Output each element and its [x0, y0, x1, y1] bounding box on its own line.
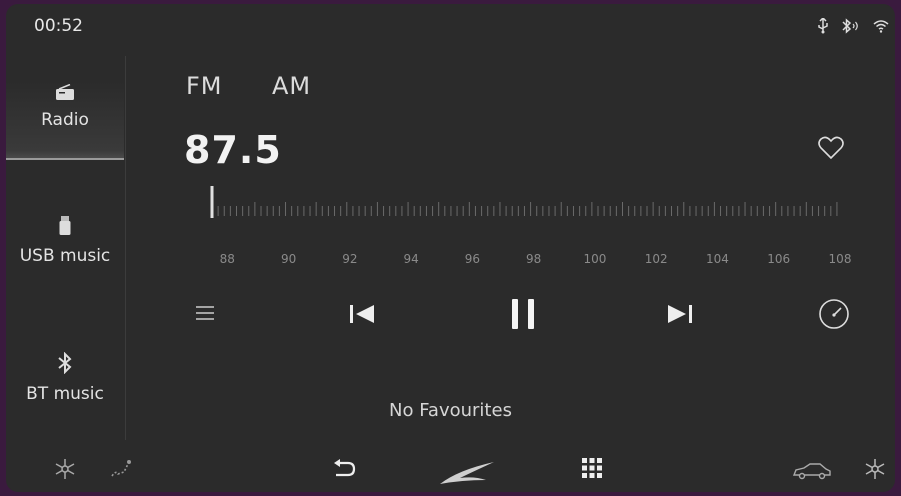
- seat-icon[interactable]: [106, 458, 136, 486]
- status-bar: 00:52: [6, 4, 895, 52]
- bottom-bar: [6, 450, 895, 492]
- sidebar-item-usb-music[interactable]: USB music: [6, 216, 124, 286]
- clock: 00:52: [34, 16, 83, 36]
- frequency-tuner[interactable]: [200, 184, 852, 218]
- climate-left-icon[interactable]: [54, 458, 76, 484]
- no-favourites-text: No Favourites: [389, 400, 512, 421]
- usb-icon: [817, 18, 829, 34]
- scan-gauge-icon[interactable]: [818, 298, 850, 334]
- usb-drive-icon: [58, 216, 72, 240]
- scale-label: 108: [828, 252, 852, 266]
- sidebar-item-label: USB music: [19, 246, 111, 266]
- list-icon[interactable]: [194, 304, 216, 326]
- band-fm-tab[interactable]: FM: [186, 72, 223, 100]
- bluetooth-icon: [57, 351, 73, 378]
- band-am-tab[interactable]: AM: [272, 72, 311, 100]
- wifi-icon: [873, 19, 889, 33]
- scale-label: 96: [464, 252, 481, 266]
- climate-right-icon[interactable]: [864, 458, 886, 484]
- source-sidebar: Radio USB music BT music: [6, 56, 126, 440]
- home-logo-icon[interactable]: [438, 460, 496, 490]
- status-icons: [817, 18, 889, 34]
- apps-grid-icon[interactable]: [582, 458, 602, 482]
- tuner-needle[interactable]: [210, 186, 214, 218]
- favourite-heart-icon[interactable]: [818, 136, 844, 164]
- scale-label: 98: [526, 252, 542, 266]
- scale-label: 100: [583, 252, 607, 266]
- scale-label: 102: [644, 252, 668, 266]
- pause-icon[interactable]: [508, 298, 538, 334]
- sidebar-item-radio[interactable]: Radio: [6, 82, 124, 160]
- bluetooth-icon: [841, 18, 861, 34]
- back-icon[interactable]: [332, 458, 356, 484]
- sidebar-divider: [125, 56, 126, 440]
- scale-label: 88: [219, 252, 235, 266]
- radio-screen: 00:52 Radio USB music BT music FM AM 87.…: [6, 4, 895, 492]
- scale-label: 94: [403, 252, 419, 266]
- scale-label: 106: [767, 252, 791, 266]
- frequency-display: 87.5: [184, 128, 282, 172]
- sidebar-item-label: Radio: [41, 110, 89, 130]
- radio-icon: [55, 83, 75, 104]
- scale-label: 92: [342, 252, 358, 266]
- next-icon[interactable]: [666, 304, 694, 328]
- car-icon[interactable]: [792, 462, 832, 484]
- scale-label: 104: [706, 252, 729, 266]
- previous-icon[interactable]: [348, 304, 376, 328]
- scale-label: 90: [280, 252, 297, 266]
